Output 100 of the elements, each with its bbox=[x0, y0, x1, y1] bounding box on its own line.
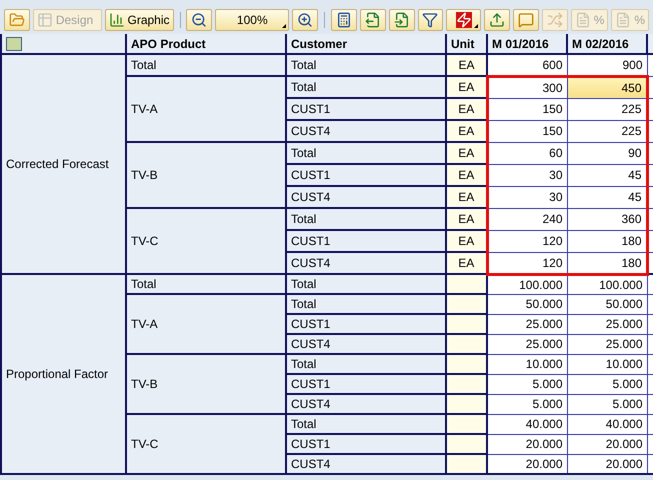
table-cell[interactable]: 25.000 bbox=[567, 314, 647, 334]
toolbar-button[interactable] bbox=[292, 9, 318, 31]
table-cell[interactable]: 300 bbox=[487, 76, 567, 98]
table-cell[interactable]: 45 bbox=[567, 186, 647, 208]
row-label: Proportional Factor bbox=[1, 274, 126, 474]
table-cell[interactable]: 40.000 bbox=[487, 414, 567, 434]
folder-icon bbox=[8, 12, 25, 28]
table-cell[interactable]: 150 bbox=[487, 98, 567, 120]
calculator-icon bbox=[336, 12, 352, 28]
dropdown-button[interactable] bbox=[446, 9, 482, 31]
table-cell: TV-A bbox=[126, 76, 286, 142]
table-cell: CUST1 bbox=[286, 314, 446, 334]
table-cell[interactable]: 225 bbox=[567, 98, 647, 120]
toolbar-button[interactable] bbox=[513, 9, 539, 31]
table-cell: TV-A bbox=[126, 294, 286, 354]
table-cell[interactable]: 10.000 bbox=[487, 354, 567, 374]
table-cell[interactable]: 25.000 bbox=[487, 334, 567, 354]
table-cell[interactable]: 20.000 bbox=[567, 454, 647, 474]
table-cell[interactable]: 50.000 bbox=[567, 294, 647, 314]
table-cell[interactable]: 225 bbox=[567, 120, 647, 142]
table-cell: EA bbox=[446, 186, 487, 208]
table-cell[interactable]: 60 bbox=[487, 142, 567, 164]
table-cell: TV-C bbox=[126, 208, 286, 274]
table-cell: CUST4 bbox=[286, 120, 446, 142]
row-label: Corrected Forecast bbox=[1, 54, 126, 274]
table-cell[interactable]: 120 bbox=[487, 230, 567, 252]
column-header: APO Product bbox=[126, 34, 286, 54]
toolbar-button[interactable] bbox=[360, 9, 386, 31]
table-cell: EA bbox=[446, 98, 487, 120]
table-cell[interactable]: 30 bbox=[487, 164, 567, 186]
table-cell[interactable]: 40.000 bbox=[567, 414, 647, 434]
table-cell[interactable]: 50.000 bbox=[487, 294, 567, 314]
table-cell: EA bbox=[446, 208, 487, 230]
toolbar-button[interactable] bbox=[331, 9, 357, 31]
table-cell[interactable]: 120 bbox=[487, 252, 567, 274]
table-cell[interactable]: 30 bbox=[487, 186, 567, 208]
document-icon bbox=[615, 12, 632, 28]
table-cell: Total bbox=[286, 142, 446, 164]
zoom-out-icon bbox=[191, 12, 208, 28]
bar-chart-icon bbox=[108, 12, 124, 28]
table-cell: EA bbox=[446, 252, 487, 274]
table-cell: EA bbox=[446, 142, 487, 164]
table-cell[interactable]: 90 bbox=[567, 142, 647, 164]
table-cell[interactable]: 25.000 bbox=[567, 334, 647, 354]
table-cell: CUST1 bbox=[286, 434, 446, 454]
import-icon bbox=[394, 12, 410, 28]
upload-icon bbox=[489, 12, 506, 28]
table-cell: EA bbox=[446, 230, 487, 252]
document-icon bbox=[574, 12, 591, 28]
toolbar-button[interactable] bbox=[418, 9, 444, 31]
table-cell: TV-C bbox=[126, 414, 286, 474]
table-cell[interactable]: 45 bbox=[567, 164, 647, 186]
table-cell[interactable]: 900 bbox=[567, 54, 647, 76]
column-header: M 01/2016 bbox=[487, 34, 567, 54]
table-cell: CUST1 bbox=[286, 164, 446, 186]
table-cell: Total bbox=[126, 274, 286, 294]
toolbar-button[interactable] bbox=[186, 9, 212, 31]
table-cell: CUST4 bbox=[286, 252, 446, 274]
table-cell: CUST1 bbox=[286, 374, 446, 394]
table-cell[interactable]: 5.000 bbox=[567, 374, 647, 394]
table-cell: TV-B bbox=[126, 142, 286, 208]
table-cell[interactable]: 180 bbox=[567, 230, 647, 252]
table-cell[interactable]: 5.000 bbox=[487, 374, 567, 394]
swap-icon bbox=[546, 12, 563, 28]
table-cell: CUST1 bbox=[286, 98, 446, 120]
table-cell[interactable]: 20.000 bbox=[487, 434, 567, 454]
table-cell: EA bbox=[446, 76, 487, 98]
table-cell: Total bbox=[286, 274, 446, 294]
table-cell[interactable]: 450 bbox=[567, 76, 647, 98]
column-header: Customer bbox=[286, 34, 446, 54]
table-cell: Total bbox=[286, 294, 446, 314]
toolbar-button[interactable] bbox=[484, 9, 510, 31]
dropdown-button[interactable]: 100% bbox=[215, 9, 290, 31]
table-cell: CUST1 bbox=[286, 230, 446, 252]
table-cell: CUST4 bbox=[286, 334, 446, 354]
table-cell[interactable]: 180 bbox=[567, 252, 647, 274]
table-cell: Total bbox=[286, 414, 446, 434]
table-cell[interactable]: 20.000 bbox=[487, 454, 567, 474]
table-cell[interactable]: 150 bbox=[487, 120, 567, 142]
table-cell[interactable]: 240 bbox=[487, 208, 567, 230]
table-cell[interactable]: 25.000 bbox=[487, 314, 567, 334]
table-cell[interactable]: 10.000 bbox=[567, 354, 647, 374]
toolbar-button[interactable]: Graphic bbox=[104, 9, 174, 31]
table-cell[interactable]: 5.000 bbox=[567, 394, 647, 414]
caret-icon bbox=[282, 24, 286, 28]
table-cell: EA bbox=[446, 164, 487, 186]
table-cell: EA bbox=[446, 120, 487, 142]
column-header: M 02/2016 bbox=[567, 34, 647, 54]
comment-icon bbox=[518, 12, 534, 28]
table-cell: Total bbox=[286, 76, 446, 98]
toolbar-button[interactable] bbox=[388, 9, 415, 31]
table-cell[interactable]: 600 bbox=[487, 54, 567, 76]
table-cell[interactable]: 5.000 bbox=[487, 394, 567, 414]
table-cell[interactable]: 20.000 bbox=[567, 434, 647, 454]
export-icon bbox=[364, 12, 381, 28]
column-header: Unit bbox=[446, 34, 487, 54]
table-cell: TV-B bbox=[126, 354, 286, 414]
table-cell[interactable]: 360 bbox=[567, 208, 647, 230]
zoom-in-icon bbox=[297, 12, 314, 28]
table-cell: Total bbox=[286, 208, 446, 230]
